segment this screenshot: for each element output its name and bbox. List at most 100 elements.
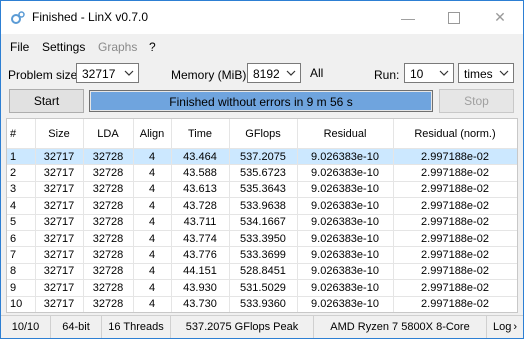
column-header[interactable]: Residual (norm.) [393, 119, 517, 149]
column-header[interactable]: GFlops [229, 119, 298, 149]
table-cell: 535.3643 [229, 181, 298, 199]
table-row[interactable]: 10 32717 32728 4 43.730 533.9360 9.026383e-10 2… [7, 296, 517, 312]
start-button[interactable]: Start [9, 89, 84, 113]
run-count-combo[interactable]: 10 [404, 63, 454, 83]
run-count-value: 10 [410, 67, 424, 81]
table-cell: 8 [7, 263, 36, 281]
memory-combo[interactable]: 8192 [247, 63, 301, 83]
table-cell: 32728 [83, 279, 134, 297]
table-cell: 6 [7, 230, 36, 248]
column-header[interactable]: Align [133, 119, 172, 149]
table-cell: 2.997188e-02 [393, 197, 517, 215]
progress-bar: Finished without errors in 9 m 56 s [89, 90, 433, 112]
table-cell: 32717 [35, 263, 84, 281]
table-cell: 32728 [83, 246, 134, 264]
table-cell: 528.8451 [229, 263, 298, 281]
table-cell: 4 [133, 197, 172, 215]
table-cell: 3 [7, 181, 36, 199]
table-cell: 533.9360 [229, 296, 298, 312]
menu-help[interactable]: ? [149, 40, 156, 54]
table-cell: 32717 [35, 296, 84, 312]
table-row[interactable]: 7 32717 32728 4 43.776 533.3699 9.026383e-10 2.… [7, 246, 517, 264]
table-cell: 32728 [83, 197, 134, 215]
table-cell: 2.997188e-02 [393, 263, 517, 281]
table-cell: 2.997188e-02 [393, 164, 517, 182]
table-cell: 9.026383e-10 [297, 181, 394, 199]
problem-size-label: Problem size: [8, 68, 81, 82]
table-row[interactable]: 9 32717 32728 4 43.930 531.5029 9.026383e-10 2.… [7, 279, 517, 297]
table-row[interactable]: 8 32717 32728 4 44.151 528.8451 9.026383e-10 2.… [7, 263, 517, 281]
column-header[interactable]: Time [171, 119, 230, 149]
table-cell: 2 [7, 164, 36, 182]
table-cell: 32717 [35, 279, 84, 297]
table-cell: 2.997188e-02 [393, 246, 517, 264]
column-header[interactable]: # [7, 119, 36, 149]
table-cell: 9.026383e-10 [297, 279, 394, 297]
all-toggle[interactable]: All [310, 66, 323, 80]
chevron-down-icon [499, 70, 509, 76]
table-row[interactable]: 5 32717 32728 4 43.711 534.1667 9.026383e-10 2.… [7, 214, 517, 231]
table-header-row: # Size LDA Align Time GFlops Residual Residual … [7, 119, 517, 149]
table-cell: 533.9638 [229, 197, 298, 215]
table-row[interactable]: 6 32717 32728 4 43.774 533.3950 9.026383e-10 2.… [7, 230, 517, 248]
chevron-down-icon [286, 70, 296, 76]
stop-button[interactable]: Stop [439, 89, 514, 113]
run-unit-combo[interactable]: times [458, 63, 514, 83]
chevron-down-icon [439, 70, 449, 76]
table-cell: 32717 [35, 181, 84, 199]
minimize-button[interactable]: — [385, 1, 431, 34]
table-cell: 2.997188e-02 [393, 181, 517, 199]
run-unit-value: times [464, 67, 493, 81]
app-window: Finished - LinX v0.7.0 — ✕ File Settings… [0, 0, 524, 339]
title-bar[interactable]: Finished - LinX v0.7.0 — ✕ [1, 1, 523, 34]
menu-settings[interactable]: Settings [42, 40, 85, 54]
table-cell: 32717 [35, 230, 84, 248]
minimize-icon: — [401, 9, 415, 26]
table-cell: 5 [7, 214, 36, 231]
table-row[interactable]: 4 32717 32728 4 43.728 533.9638 9.026383e-10 2.… [7, 197, 517, 215]
menu-file[interactable]: File [10, 40, 29, 54]
log-label: Log [492, 321, 512, 333]
gears-icon [11, 11, 25, 24]
table-cell: 537.2075 [229, 148, 298, 166]
table-cell: 533.3699 [229, 246, 298, 264]
table-cell: 531.5029 [229, 279, 298, 297]
column-header[interactable]: Size [35, 119, 84, 149]
table-cell: 43.930 [171, 279, 230, 297]
progress-text: Finished without errors in 9 m 56 s [169, 95, 353, 109]
menu-graphs[interactable]: Graphs [98, 40, 137, 54]
table-cell: 9.026383e-10 [297, 296, 394, 312]
table-cell: 32717 [35, 246, 84, 264]
table-cell: 32728 [83, 214, 134, 231]
table-cell: 43.464 [171, 148, 230, 166]
table-cell: 32717 [35, 214, 84, 231]
close-button[interactable]: ✕ [477, 1, 523, 34]
table-cell: 43.613 [171, 181, 230, 199]
table-cell: 1 [7, 148, 36, 166]
column-header[interactable]: LDA [83, 119, 134, 149]
column-header[interactable]: Residual [297, 119, 394, 149]
status-cpu: AMD Ryzen 7 5800X 8-Core [314, 316, 487, 338]
table-cell: 9.026383e-10 [297, 164, 394, 182]
table-row[interactable]: 2 32717 32728 4 43.588 535.6723 9.026383e-10 2.… [7, 164, 517, 182]
maximize-button[interactable] [431, 1, 477, 34]
controls-row: Problem size: 32717 Memory (MiB): 8192 A… [1, 61, 523, 87]
table-cell: 32717 [35, 148, 84, 166]
table-cell: 32728 [83, 164, 134, 182]
table-cell: 4 [133, 230, 172, 248]
problem-size-combo[interactable]: 32717 [76, 63, 139, 83]
maximize-icon [448, 11, 460, 24]
table-cell: 4 [133, 296, 172, 312]
log-button[interactable]: Log › [487, 316, 523, 338]
table-cell: 2.997188e-02 [393, 148, 517, 166]
table-cell: 4 [133, 181, 172, 199]
table-cell: 43.730 [171, 296, 230, 312]
status-peak: 537.2075 GFlops Peak [171, 316, 314, 338]
table-row[interactable]: 3 32717 32728 4 43.613 535.3643 9.026383e-10 2.… [7, 181, 517, 199]
table-row[interactable]: 1 32717 32728 4 43.464 537.2075 9.026383e-10 2.… [7, 148, 517, 166]
table-cell: 4 [7, 197, 36, 215]
table-cell: 43.776 [171, 246, 230, 264]
table-cell: 4 [133, 214, 172, 231]
table-cell: 9 [7, 279, 36, 297]
window-title: Finished - LinX v0.7.0 [32, 10, 149, 24]
